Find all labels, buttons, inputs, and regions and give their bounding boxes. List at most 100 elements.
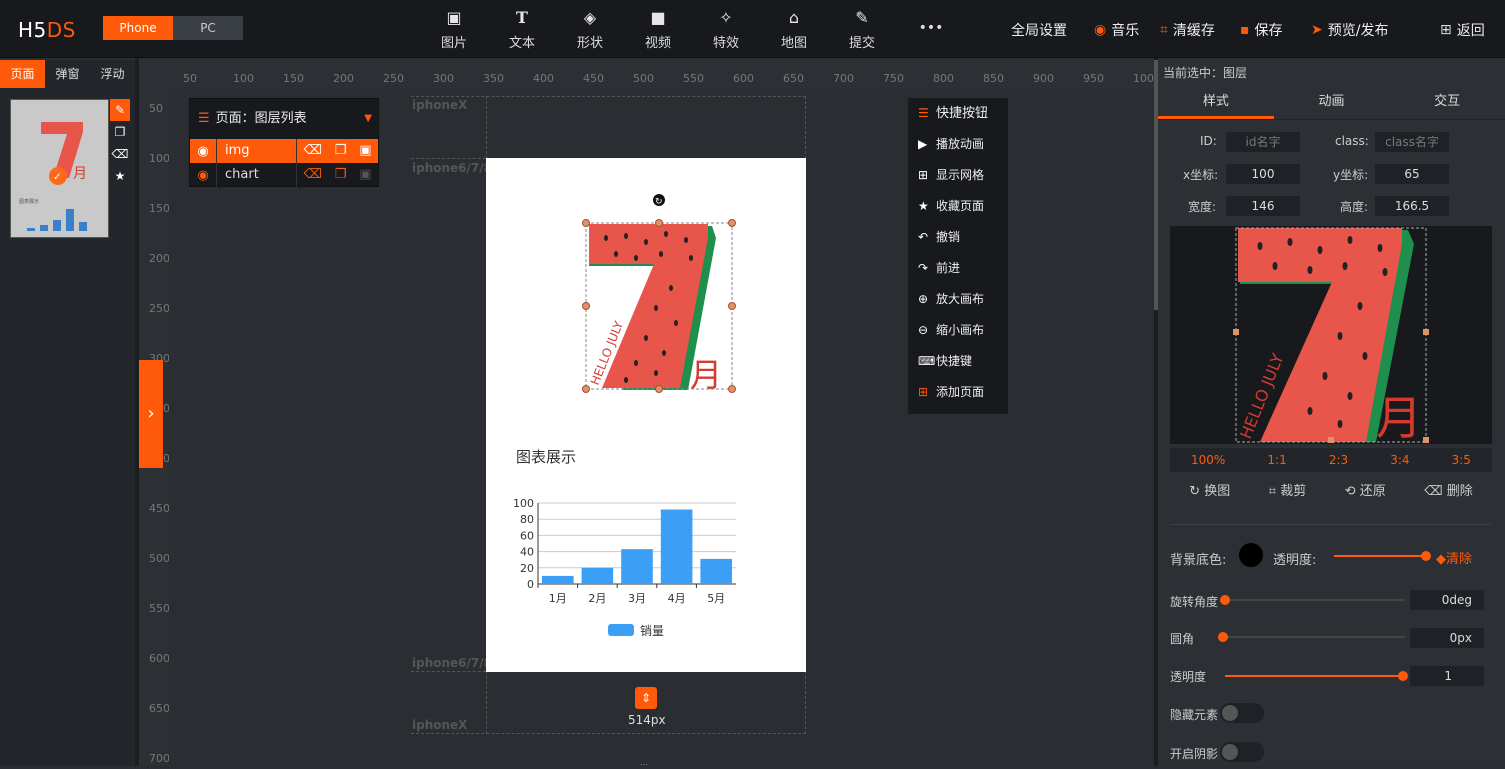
favorite-page-button[interactable]: ★ 收藏页面 bbox=[908, 191, 1008, 222]
app-logo: H5DS bbox=[18, 18, 76, 42]
alpha-slider[interactable] bbox=[1225, 671, 1408, 681]
width-input[interactable]: 146 bbox=[1226, 196, 1300, 216]
ruler-tick-label: 500 bbox=[149, 552, 169, 565]
replace-image-button[interactable]: ↻ 换图 bbox=[1189, 480, 1230, 499]
trash-icon[interactable]: ⌫ bbox=[303, 139, 321, 163]
hide-element-toggle[interactable] bbox=[1220, 703, 1264, 723]
rotate-value[interactable]: 0deg bbox=[1410, 590, 1484, 610]
ruler-tick-label: 200 bbox=[149, 252, 169, 265]
zoom-out-button[interactable]: ⊖ 缩小画布 bbox=[908, 315, 1008, 346]
zoom-out-icon: ⊖ bbox=[918, 323, 929, 337]
tab-floating[interactable]: 浮动 bbox=[90, 60, 135, 88]
tool-more-button[interactable]: ••• bbox=[906, 20, 956, 36]
restore-button[interactable]: ⟲ 还原 bbox=[1345, 480, 1386, 499]
copy-icon[interactable]: ❐ bbox=[335, 163, 347, 187]
layer-panel-header[interactable]: ☰ 页面：图层列表 ▼ bbox=[190, 99, 378, 139]
zoom-in-button[interactable]: ⊕ 放大画布 bbox=[908, 284, 1008, 315]
page-thumbnail[interactable]: 月 ✓ 图表展示 bbox=[10, 99, 109, 238]
tool-shape-button[interactable]: ◈ 形状 bbox=[565, 8, 615, 51]
bottom-grip-icon[interactable]: ⋯ bbox=[640, 760, 648, 769]
img-element[interactable]: HELLO JULY 月 bbox=[588, 224, 722, 394]
tab-interaction[interactable]: 交互 bbox=[1389, 88, 1505, 119]
star-icon[interactable]: ★ bbox=[110, 165, 130, 187]
ratio-1-1-button[interactable]: 1:1 bbox=[1267, 453, 1286, 467]
ratio-3-5-button[interactable]: 3:5 bbox=[1452, 453, 1471, 467]
expand-panel-button[interactable]: › bbox=[139, 360, 163, 468]
crop-icon: ⌗ bbox=[1268, 484, 1277, 499]
layer-row-chart[interactable]: ◉ chart ⌫ ❐ ▣ bbox=[190, 163, 378, 187]
x-input[interactable]: 100 bbox=[1226, 164, 1300, 184]
lock-icon[interactable]: ▣ bbox=[359, 139, 371, 163]
text-icon: T bbox=[516, 8, 528, 27]
tool-map-button[interactable]: ⌂ 地图 bbox=[769, 8, 819, 51]
delete-button[interactable]: ⌫ 删除 bbox=[1424, 480, 1473, 499]
play-animation-button[interactable]: ▶ 播放动画 bbox=[908, 129, 1008, 160]
eye-icon[interactable]: ◉ bbox=[190, 144, 216, 159]
undo-button[interactable]: ↶ 撤销 bbox=[908, 222, 1008, 253]
copy-icon[interactable]: ❐ bbox=[110, 121, 130, 143]
radius-slider[interactable] bbox=[1218, 632, 1405, 642]
eye-icon[interactable]: ◉ bbox=[190, 168, 216, 183]
alpha-value[interactable]: 1 bbox=[1410, 666, 1484, 686]
height-input[interactable]: 166.5 bbox=[1375, 196, 1449, 216]
rotate-slider[interactable] bbox=[1220, 595, 1405, 605]
global-settings-button[interactable]: 全局设置 bbox=[1011, 20, 1067, 40]
edit-icon[interactable]: ✎ bbox=[110, 99, 130, 121]
tool-video-button[interactable]: ■ 视频 bbox=[633, 8, 683, 51]
publish-button[interactable]: ➤ 预览/发布 bbox=[1311, 20, 1388, 40]
more-icon: ••• bbox=[918, 20, 944, 36]
ratio-100-button[interactable]: 100% bbox=[1191, 453, 1225, 467]
image-operations: ↻ 换图 ⌗ 裁剪 ⟲ 还原 ⌫ 删除 bbox=[1170, 480, 1492, 499]
show-grid-button[interactable]: ⊞ 显示网格 bbox=[908, 160, 1008, 191]
tool-image-button[interactable]: ▣ 图片 bbox=[429, 8, 479, 51]
tool-effect-button[interactable]: ✧ 特效 bbox=[701, 8, 751, 51]
ruler-tick-label: 50 bbox=[149, 102, 163, 115]
device-pc-button[interactable]: PC bbox=[173, 16, 243, 40]
bar-chart[interactable]: 0 20 40 60 80 100 1月 2月 3月 4月 5月销量 bbox=[513, 497, 736, 638]
redo-button[interactable]: ↷ 前进 bbox=[908, 253, 1008, 284]
lock-icon[interactable]: ▣ bbox=[359, 163, 371, 187]
cache-icon: ⌗ bbox=[1160, 22, 1168, 38]
tab-style[interactable]: 样式 bbox=[1158, 88, 1274, 119]
bg-color-swatch[interactable] bbox=[1239, 543, 1263, 567]
device-phone-button[interactable]: Phone bbox=[103, 16, 173, 40]
trash-icon[interactable]: ⌫ bbox=[110, 143, 130, 165]
id-input[interactable]: id名字 bbox=[1226, 132, 1300, 152]
thumbnail-tools: ✎ ❐ ⌫ ★ bbox=[110, 99, 130, 187]
shortcuts-button[interactable]: ⌨ 快捷键 bbox=[908, 346, 1008, 377]
ruler-tick-label: 650 bbox=[783, 72, 804, 85]
trash-icon[interactable]: ⌫ bbox=[303, 163, 321, 187]
back-button[interactable]: ⊞ 返回 bbox=[1440, 20, 1485, 40]
clear-cache-button[interactable]: ⌗ 清缓存 bbox=[1160, 20, 1215, 40]
copy-icon[interactable]: ❐ bbox=[335, 139, 347, 163]
tab-animation[interactable]: 动画 bbox=[1274, 88, 1390, 119]
crop-button[interactable]: ⌗ 裁剪 bbox=[1269, 480, 1306, 499]
radius-value[interactable]: 0px bbox=[1410, 628, 1484, 648]
layer-row-img[interactable]: ◉ img ⌫ ❐ ▣ bbox=[190, 139, 378, 163]
tool-text-button[interactable]: T 文本 bbox=[497, 8, 547, 51]
class-input[interactable]: class名字 bbox=[1375, 132, 1449, 152]
clear-bg-button[interactable]: ◆清除 bbox=[1436, 548, 1472, 567]
ratio-2-3-button[interactable]: 2:3 bbox=[1329, 453, 1348, 467]
ratio-3-4-button[interactable]: 3:4 bbox=[1390, 453, 1409, 467]
bg-opacity-slider[interactable] bbox=[1334, 551, 1431, 561]
tab-popups[interactable]: 弹窗 bbox=[45, 60, 90, 88]
add-page-button[interactable]: ⊞ 添加页面 bbox=[908, 377, 1008, 408]
music-button[interactable]: ◉ 音乐 bbox=[1094, 20, 1139, 40]
chart-bar bbox=[700, 558, 732, 584]
shadow-label: 开启阴影 bbox=[1170, 747, 1219, 761]
tab-pages[interactable]: 页面 bbox=[0, 60, 45, 88]
tool-submit-button[interactable]: ✎ 提交 bbox=[837, 8, 887, 51]
shadow-toggle[interactable] bbox=[1220, 742, 1264, 762]
chevron-right-icon: › bbox=[147, 403, 155, 424]
layer-name: chart bbox=[216, 163, 296, 187]
current-selection-label: 当前选中：图层 bbox=[1163, 66, 1248, 80]
svg-text:✓: ✓ bbox=[53, 172, 61, 183]
y-input[interactable]: 65 bbox=[1375, 164, 1449, 184]
phone-canvas[interactable]: ↻ HELLO JULY 月 图表展示 0 20 40 60 80 100 1月 2月 3 bbox=[486, 158, 806, 672]
resize-height-button[interactable]: ⇕ bbox=[635, 687, 657, 709]
save-button[interactable]: ▪ 保存 bbox=[1240, 20, 1283, 40]
ruler-tick-label: 150 bbox=[283, 72, 304, 85]
class-label: class: bbox=[1335, 134, 1369, 148]
ruler-tick-label: 450 bbox=[583, 72, 604, 85]
